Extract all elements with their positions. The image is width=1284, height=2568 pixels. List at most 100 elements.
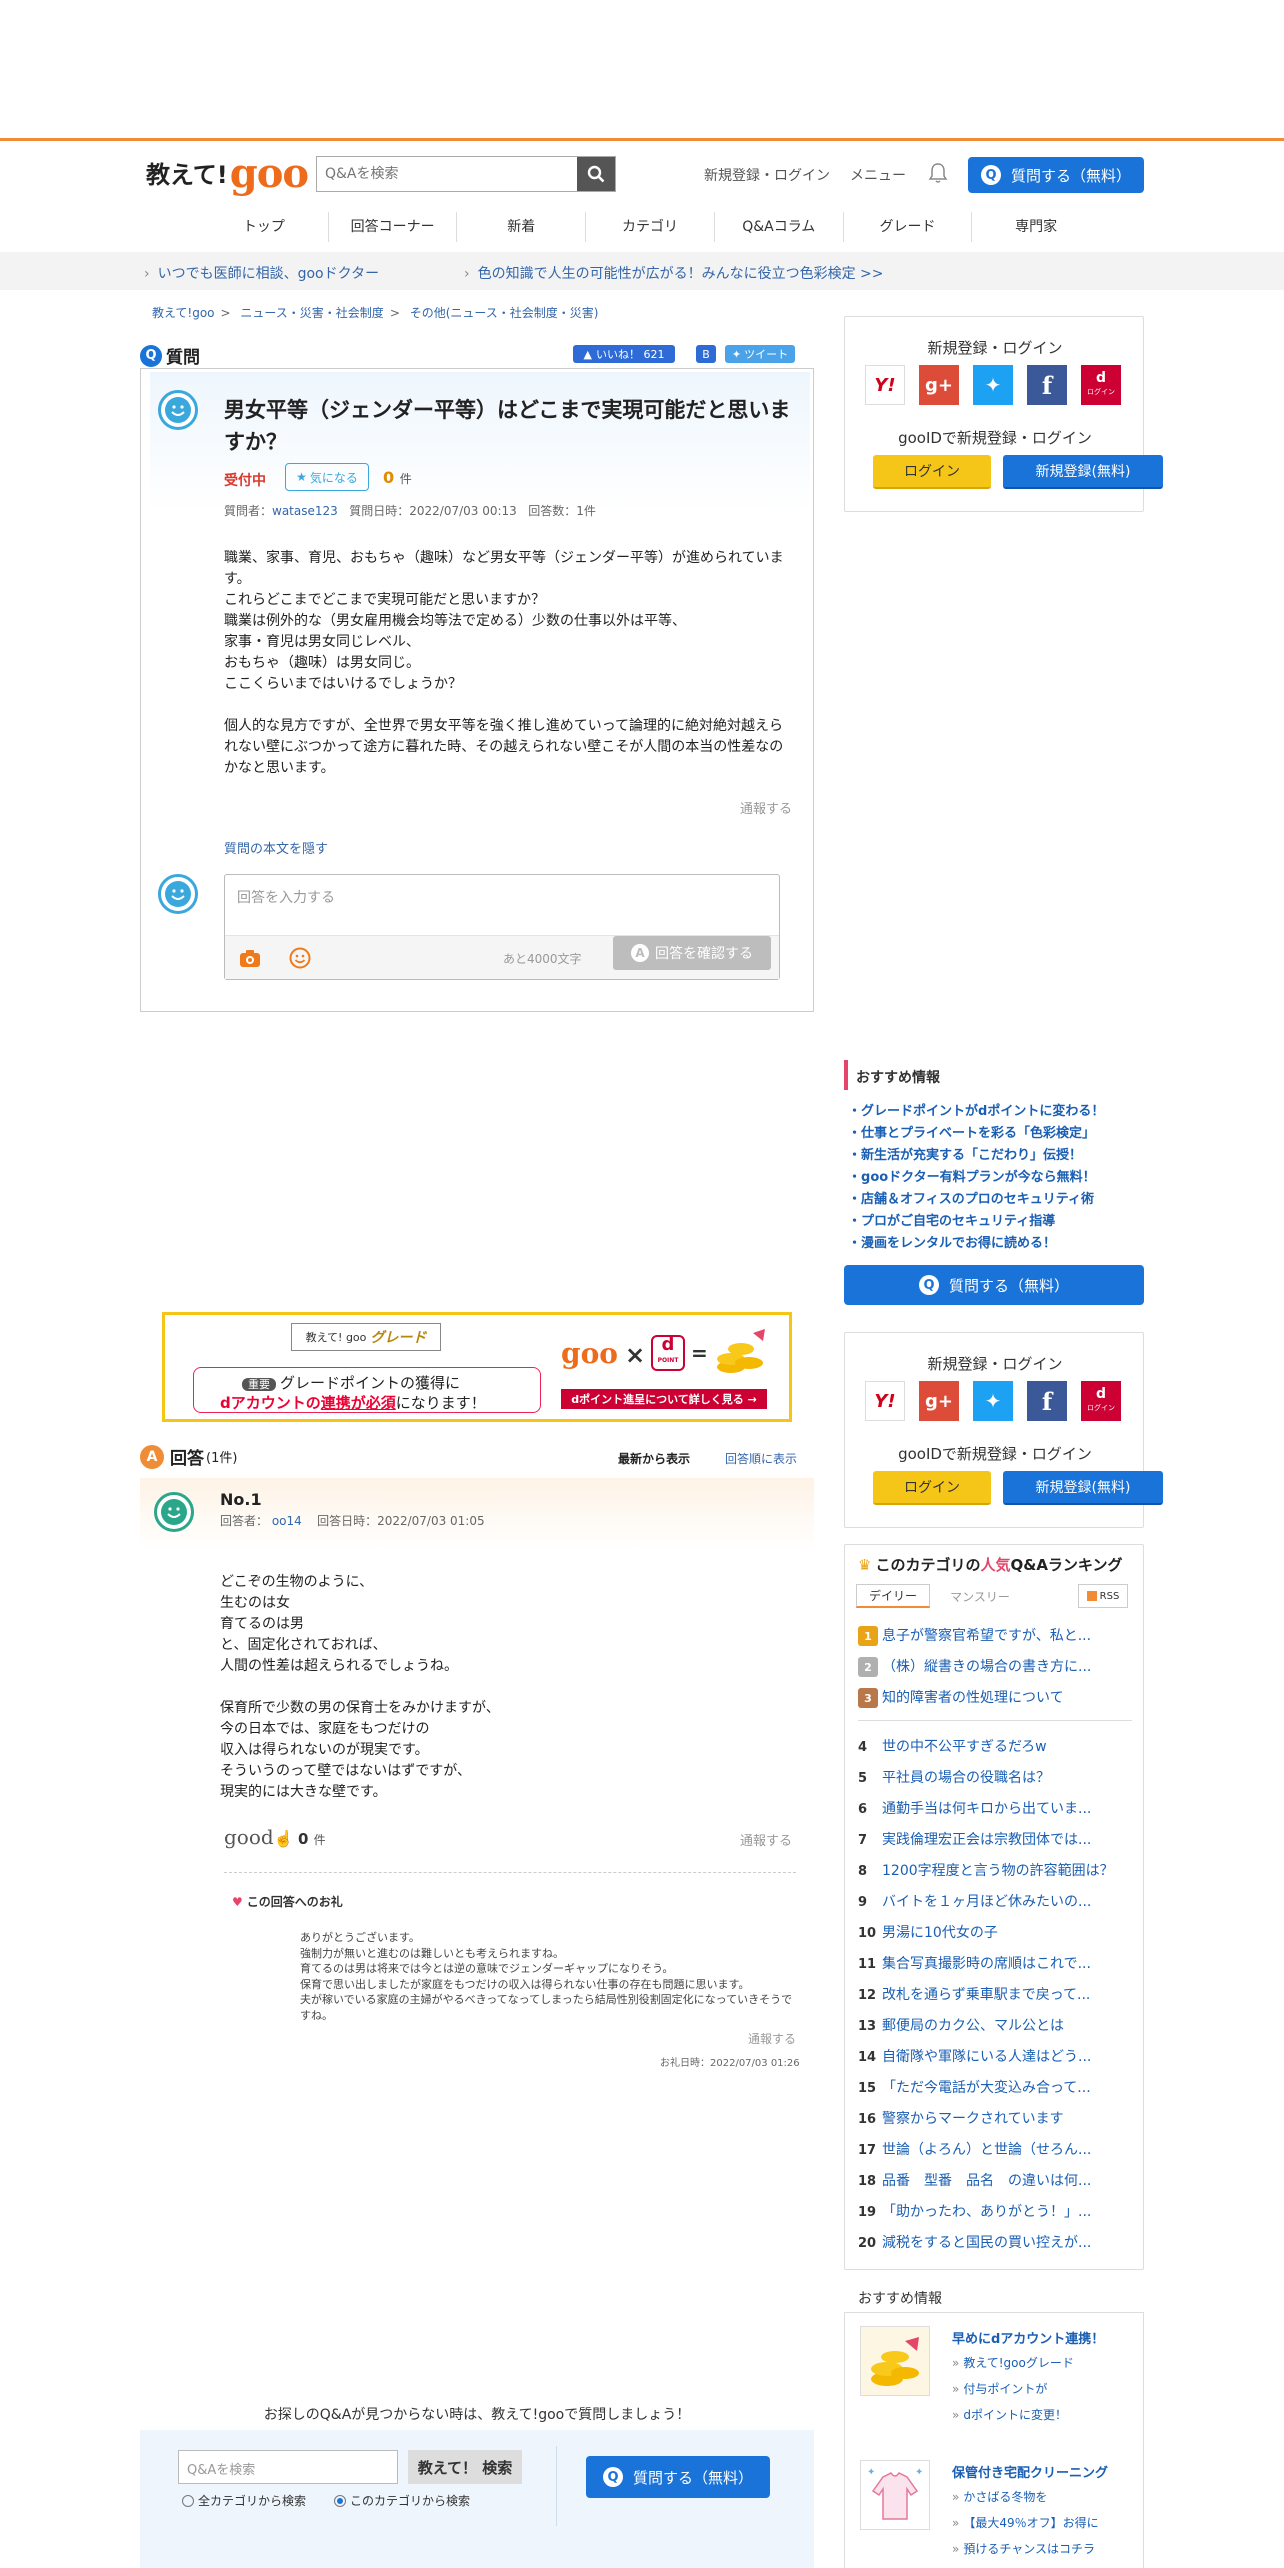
ranking-item[interactable]: 8 1200字程度と言う物の許容範囲は？ [858, 1860, 1138, 1880]
ranking-item[interactable]: 15 「ただ今電話が大変込み合って... [858, 2077, 1138, 2097]
d-account-icon[interactable]: d ログイン [1081, 365, 1121, 405]
menu-link[interactable]: メニュー [850, 165, 906, 185]
login-link[interactable]: 新規登録・ログイン [704, 165, 830, 185]
tab-monthly[interactable]: マンスリー [936, 1584, 1024, 1608]
ranking-item[interactable]: 10 男湯に10代女の子 [858, 1922, 1138, 1942]
confirm-answer-button[interactable]: A 回答を確認する [613, 936, 771, 970]
kininaru-button[interactable]: ★ 気になる [285, 463, 369, 491]
breadcrumb-category[interactable]: ニュース・災害・社会制度 [240, 306, 383, 320]
questioner-link[interactable]: watase123 [272, 504, 338, 518]
sort-order-link[interactable]: 回答順に表示 [725, 1450, 797, 1467]
osusume2-card-link[interactable]: かさばる冬物を [952, 2488, 1047, 2505]
nav-answer-corner[interactable]: 回答コーナー [329, 212, 458, 242]
thanks-report-link[interactable]: 通報する [748, 2030, 796, 2047]
osusume-link[interactable]: ・プロがご自宅のセキュリティ指導 [848, 1210, 1055, 1229]
login-button[interactable]: ログイン [873, 455, 991, 489]
ranking-item[interactable]: 5 平社員の場合の役職名は？ [858, 1767, 1138, 1787]
osusume-link[interactable]: ・gooドクター有料プランが今なら無料！ [848, 1166, 1096, 1185]
nav-expert[interactable]: 専門家 [972, 212, 1100, 242]
ranking-item[interactable]: 12 改札を通らず乗車駅まで戻って... [858, 1984, 1138, 2004]
bottom-ask-button[interactable]: Q 質問する（無料） [586, 2456, 770, 2498]
register-button[interactable]: 新規登録(無料) [1003, 1471, 1163, 1505]
register-button[interactable]: 新規登録(無料) [1003, 455, 1163, 489]
ranking-item[interactable]: 1 息子が警察官希望ですが、私と... [858, 1625, 1138, 1646]
share-bookmark-button[interactable]: B [696, 345, 716, 363]
osusume2-card-image[interactable]: ✦ ✦ [860, 2460, 930, 2530]
breadcrumb-home[interactable]: 教えて!goo [152, 306, 215, 320]
like-button[interactable]: ▲ いいね！ 621 [573, 345, 675, 363]
osusume2-card-link[interactable]: 【最大49％オフ】お得に [952, 2514, 1098, 2531]
ranking-item[interactable]: 4 世の中不公平すぎるだろw [858, 1736, 1138, 1756]
ranking-item[interactable]: 3 知的障害者の性処理について [858, 1687, 1138, 1708]
ranking-item[interactable]: 19 「助かったわ、ありがとう！」... [858, 2201, 1138, 2221]
sort-newest-link[interactable]: 最新から表示 [618, 1450, 690, 1467]
ranking-item[interactable]: 7 実践倫理宏正会は宗教団体では... [858, 1829, 1138, 1849]
twitter-icon[interactable]: ✦ [973, 1381, 1013, 1421]
osusume-link[interactable]: ・仕事とプライベートを彩る「色彩検定」 [848, 1122, 1095, 1141]
questioner-avatar[interactable] [158, 390, 198, 430]
answer-report-link[interactable]: 通報する [740, 1830, 792, 1849]
ranking-item[interactable]: 11 集合写真撮影時の席順はこれで... [858, 1953, 1138, 1973]
osusume2-card-link[interactable]: 付与ポイントが [952, 2380, 1047, 2397]
bottom-search-input[interactable]: Q&Aを検索 [178, 2450, 398, 2484]
nav-qa-column[interactable]: Q&Aコラム [715, 212, 844, 242]
osusume2-card-title[interactable]: 保管付き宅配クリーニング [952, 2462, 1108, 2481]
osusume-link[interactable]: ・新生活が充実する「こだわり」伝授！ [848, 1144, 1082, 1163]
tweet-button[interactable]: ✦ ツイート [725, 345, 795, 363]
ranking-item[interactable]: 13 郵便局のカク公、マル公とは [858, 2015, 1138, 2035]
good-button[interactable]: good☝ [224, 1825, 294, 1849]
emoji-icon[interactable] [289, 947, 311, 969]
osusume-link[interactable]: ・グレードポイントがdポイントに変わる！ [848, 1100, 1104, 1119]
osusume2-card-link[interactable]: 教えて!gooグレード [952, 2354, 1074, 2371]
ranking-item[interactable]: 14 自衛隊や軍隊にいる人達はどう... [858, 2046, 1138, 2066]
nav-category[interactable]: カテゴリ [586, 212, 715, 242]
ranking-item[interactable]: 16 警察からマークされています [858, 2108, 1138, 2128]
search-button[interactable] [577, 157, 615, 191]
osusume2-card-link[interactable]: 預けるチャンスはコチラ [952, 2540, 1095, 2557]
osusume2-card-image[interactable] [860, 2326, 930, 2396]
yahoo-icon[interactable]: Y! [865, 1381, 905, 1421]
bottom-search-button[interactable]: 教えて！ 検索 [408, 2450, 522, 2484]
header-ask-button[interactable]: Q 質問する（無料） [968, 157, 1144, 193]
d-account-icon[interactable]: d ログイン [1081, 1381, 1121, 1421]
twitter-icon[interactable]: ✦ [973, 365, 1013, 405]
login-button[interactable]: ログイン [873, 1471, 991, 1505]
answerer-link[interactable]: oo14 [272, 1514, 302, 1528]
google-plus-icon[interactable]: g+ [919, 1381, 959, 1421]
nav-grade[interactable]: グレード [844, 212, 973, 242]
ranking-item[interactable]: 20 減税をすると国民の買い控えが... [858, 2232, 1138, 2252]
google-plus-icon[interactable]: g+ [919, 365, 959, 405]
promo-doctor-link[interactable]: いつでも医師に相談、gooドクター [144, 263, 379, 283]
search-input[interactable] [317, 157, 577, 191]
tab-daily[interactable]: デイリー [856, 1584, 930, 1608]
like-label: いいね！ [595, 348, 640, 361]
yahoo-icon[interactable]: Y! [865, 365, 905, 405]
camera-icon[interactable] [239, 948, 261, 968]
bell-icon[interactable] [928, 162, 948, 184]
grade-banner[interactable]: 教えて! goo グレード 重要 グレードポイントの獲得に dアカウントの連携が必須… [162, 1312, 792, 1422]
answerer-avatar[interactable] [154, 1492, 194, 1532]
ranking-item[interactable]: 9 バイトを１ヶ月ほど休みたいの... [858, 1891, 1138, 1911]
breadcrumb-subcategory[interactable]: その他(ニュース・社会制度・災害) [410, 306, 599, 320]
ranking-item[interactable]: 2 （株）縦書きの場合の書き方に... [858, 1656, 1138, 1677]
sidebar-ask-button[interactable]: Q 質問する（無料） [844, 1265, 1144, 1305]
osusume2-card-link[interactable]: dポイントに変更！ [952, 2406, 1067, 2423]
nav-top[interactable]: トップ [200, 212, 329, 242]
hide-question-body-link[interactable]: 質問の本文を隠す [224, 838, 328, 857]
ranking-item[interactable]: 17 世論（よろん）と世論（せろん... [858, 2139, 1138, 2159]
osusume-link[interactable]: ・漫画をレンタルでお得に読める！ [848, 1232, 1056, 1251]
facebook-icon[interactable]: f [1027, 1381, 1067, 1421]
grade-detail-button[interactable]: dポイント進呈について詳しく見る → [561, 1389, 767, 1409]
nav-new[interactable]: 新着 [457, 212, 587, 242]
facebook-icon[interactable]: f [1027, 365, 1067, 405]
radio-all-categories[interactable]: 全カテゴリから検索 [182, 2492, 306, 2509]
ranking-item[interactable]: 18 品番 型番 品名 の違いは何... [858, 2170, 1138, 2190]
question-report-link[interactable]: 通報する [740, 798, 792, 817]
radio-this-category[interactable]: このカテゴリから検索 [334, 2492, 470, 2509]
ranking-item[interactable]: 6 通勤手当は何キロから出ていま... [858, 1798, 1138, 1818]
site-logo[interactable]: 教えて! goo [146, 148, 309, 194]
osusume2-card-title[interactable]: 早めにdアカウント連携！ [952, 2328, 1104, 2347]
osusume-link[interactable]: ・店舗＆オフィスのプロのセキュリティ術 [848, 1188, 1094, 1207]
rss-button[interactable]: RSS [1078, 1584, 1128, 1608]
promo-color-link[interactable]: 色の知識で人生の可能性が広がる！みんなに役立つ色彩検定 >> [464, 263, 884, 283]
